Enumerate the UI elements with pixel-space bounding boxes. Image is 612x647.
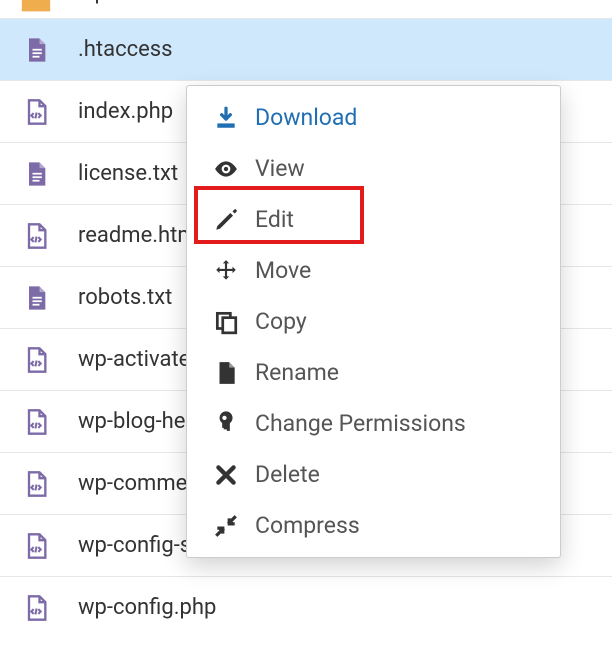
code-file-icon [18,404,54,440]
text-file-icon [18,156,54,192]
file-name: robots.txt [78,285,172,310]
menu-rename[interactable]: Rename [187,347,560,398]
menu-label: Edit [255,206,294,233]
compress-icon [211,511,241,541]
menu-compress[interactable]: Compress [187,500,560,551]
copy-icon [211,307,241,337]
menu-download[interactable]: Download [187,92,560,143]
menu-label: Rename [255,359,339,386]
close-icon [211,460,241,490]
file-name: index.php [78,99,173,124]
code-file-icon [18,590,54,626]
code-file-icon [18,342,54,378]
file-name: wp-includes [78,0,195,5]
menu-move[interactable]: Move [187,245,560,296]
file-name: .htaccess [78,37,173,62]
file-name: wp-config.php [78,595,216,620]
file-row[interactable]: .htaccess [0,18,612,80]
menu-label: Move [255,257,311,284]
code-file-icon [18,218,54,254]
menu-copy[interactable]: Copy [187,296,560,347]
folder-icon [18,0,54,18]
file-row[interactable]: wp-config.php [0,576,612,638]
menu-label: Compress [255,512,360,539]
download-icon [211,103,241,133]
file-name: readme.html [78,223,202,248]
text-file-icon [18,32,54,68]
menu-label: View [255,155,305,182]
file-row[interactable]: wp-includes [0,0,612,18]
menu-view[interactable]: View [187,143,560,194]
code-file-icon [18,94,54,130]
menu-label: Change Permissions [255,410,466,437]
menu-change-permissions[interactable]: Change Permissions [187,398,560,449]
menu-delete[interactable]: Delete [187,449,560,500]
code-file-icon [18,528,54,564]
code-file-icon [18,466,54,502]
context-menu: Download View Edit Move Copy Rename [186,85,561,558]
pencil-icon [211,205,241,235]
eye-icon [211,154,241,184]
file-icon [211,358,241,388]
menu-label: Copy [255,308,307,335]
file-name: license.txt [78,161,178,186]
key-icon [211,409,241,439]
menu-label: Delete [255,461,320,488]
menu-edit[interactable]: Edit [187,194,560,245]
text-file-icon [18,280,54,316]
menu-label: Download [255,104,357,131]
move-icon [211,256,241,286]
